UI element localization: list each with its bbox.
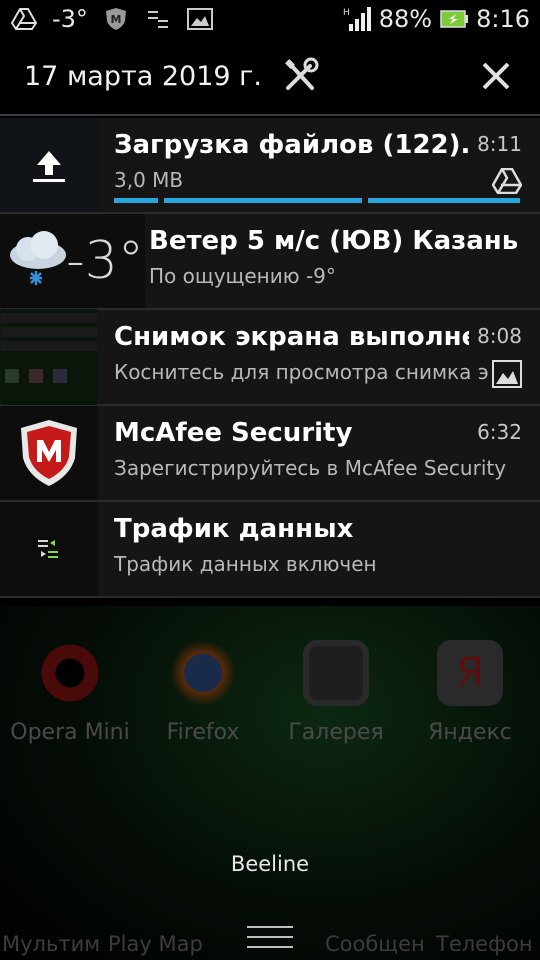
app-label: Firefox [166, 720, 240, 745]
settings-tools-icon[interactable] [280, 56, 320, 96]
battery-percent: 88% [378, 5, 433, 33]
gallery-icon [186, 7, 214, 31]
app-gallery[interactable]: Галерея [266, 640, 406, 745]
dock-label-media[interactable]: Мультим [2, 932, 100, 956]
app-label: Галерея [288, 720, 384, 745]
gallery-app-icon [303, 640, 369, 706]
gallery-icon [488, 360, 522, 390]
notification-data-traffic[interactable]: Трафик данных Трафик данных включен [0, 502, 540, 598]
dock-label-messages[interactable]: Сообщен [325, 932, 425, 956]
app-label: Яндекс [428, 720, 512, 745]
opera-icon [37, 640, 103, 706]
notification-time: 8:08 [469, 324, 522, 348]
dock-label-play-market[interactable]: Play Мар [108, 932, 203, 956]
date-label: 17 марта 2019 г. [24, 60, 262, 92]
drive-upload-icon [10, 7, 38, 31]
notification-subtitle: 3,0 MB [114, 168, 184, 192]
close-icon[interactable] [476, 56, 516, 96]
status-time: 8:16 [476, 5, 530, 33]
app-label: Opera Mini [10, 720, 130, 745]
notification-upload[interactable]: Загрузка файлов (122)... 3,0 MB 8:11 [0, 118, 540, 214]
notification-title: McAfee Security [114, 418, 353, 448]
notification-subtitle: Зарегистрируйтесь в McAfee Security [114, 456, 507, 480]
notification-time: 8:11 [469, 132, 522, 156]
app-firefox[interactable]: Firefox [133, 640, 273, 745]
notification-title: Загрузка файлов (122)... [114, 130, 491, 160]
screenshot-thumbnail [0, 309, 98, 405]
notification-header: 17 марта 2019 г. [0, 38, 540, 116]
carrier-label: Beeline [230, 852, 310, 876]
app-drawer-handle-icon[interactable] [247, 926, 293, 948]
notification-title: Ветер 5 м/с (ЮВ) Казань [149, 226, 519, 256]
notification-mcafee[interactable]: McAfee Security Зарегистрируйтесь в McAf… [0, 406, 540, 502]
notification-subtitle: Трафик данных включен [114, 552, 377, 576]
svg-text:M: M [110, 13, 121, 26]
notification-title: Трафик данных [114, 514, 354, 544]
status-temperature: -3° [52, 5, 88, 33]
dock-label-phone[interactable]: Телефон [436, 932, 533, 956]
notification-subtitle: По ощущению -9° [149, 264, 336, 288]
weather-temperature: -3° [66, 231, 144, 291]
data-traffic-icon [144, 7, 172, 31]
firefox-icon [170, 640, 236, 706]
notification-weather[interactable]: -3° Ветер 5 м/с (ЮВ) Казань По ощущению … [0, 214, 540, 310]
mcafee-shield-icon [0, 406, 98, 500]
upload-icon [0, 118, 98, 212]
app-opera-mini[interactable]: Opera Mini [0, 640, 140, 745]
notification-subtitle: Коснитесь для просмотра снимка экрана [114, 360, 522, 384]
mcafee-icon: M [102, 7, 130, 31]
notification-list: Загрузка файлов (122)... 3,0 MB 8:11 -3°… [0, 118, 540, 598]
notification-screenshot[interactable]: Снимок экрана выполнен Коснитесь для про… [0, 309, 540, 406]
data-traffic-icon [0, 502, 98, 596]
snow-cloud-icon [6, 229, 70, 293]
status-bar: -3° M H 88% 8:16 [0, 0, 540, 38]
signal-icon: H [343, 7, 371, 31]
upload-progress-bar [114, 198, 522, 204]
drive-icon [488, 167, 523, 198]
svg-text:H: H [343, 8, 350, 18]
app-yandex[interactable]: Я Яндекс [400, 640, 540, 745]
notification-time: 6:32 [469, 420, 522, 444]
yandex-icon: Я [437, 640, 503, 706]
battery-icon [440, 7, 469, 31]
notification-title: Снимок экрана выполнен [114, 322, 498, 352]
